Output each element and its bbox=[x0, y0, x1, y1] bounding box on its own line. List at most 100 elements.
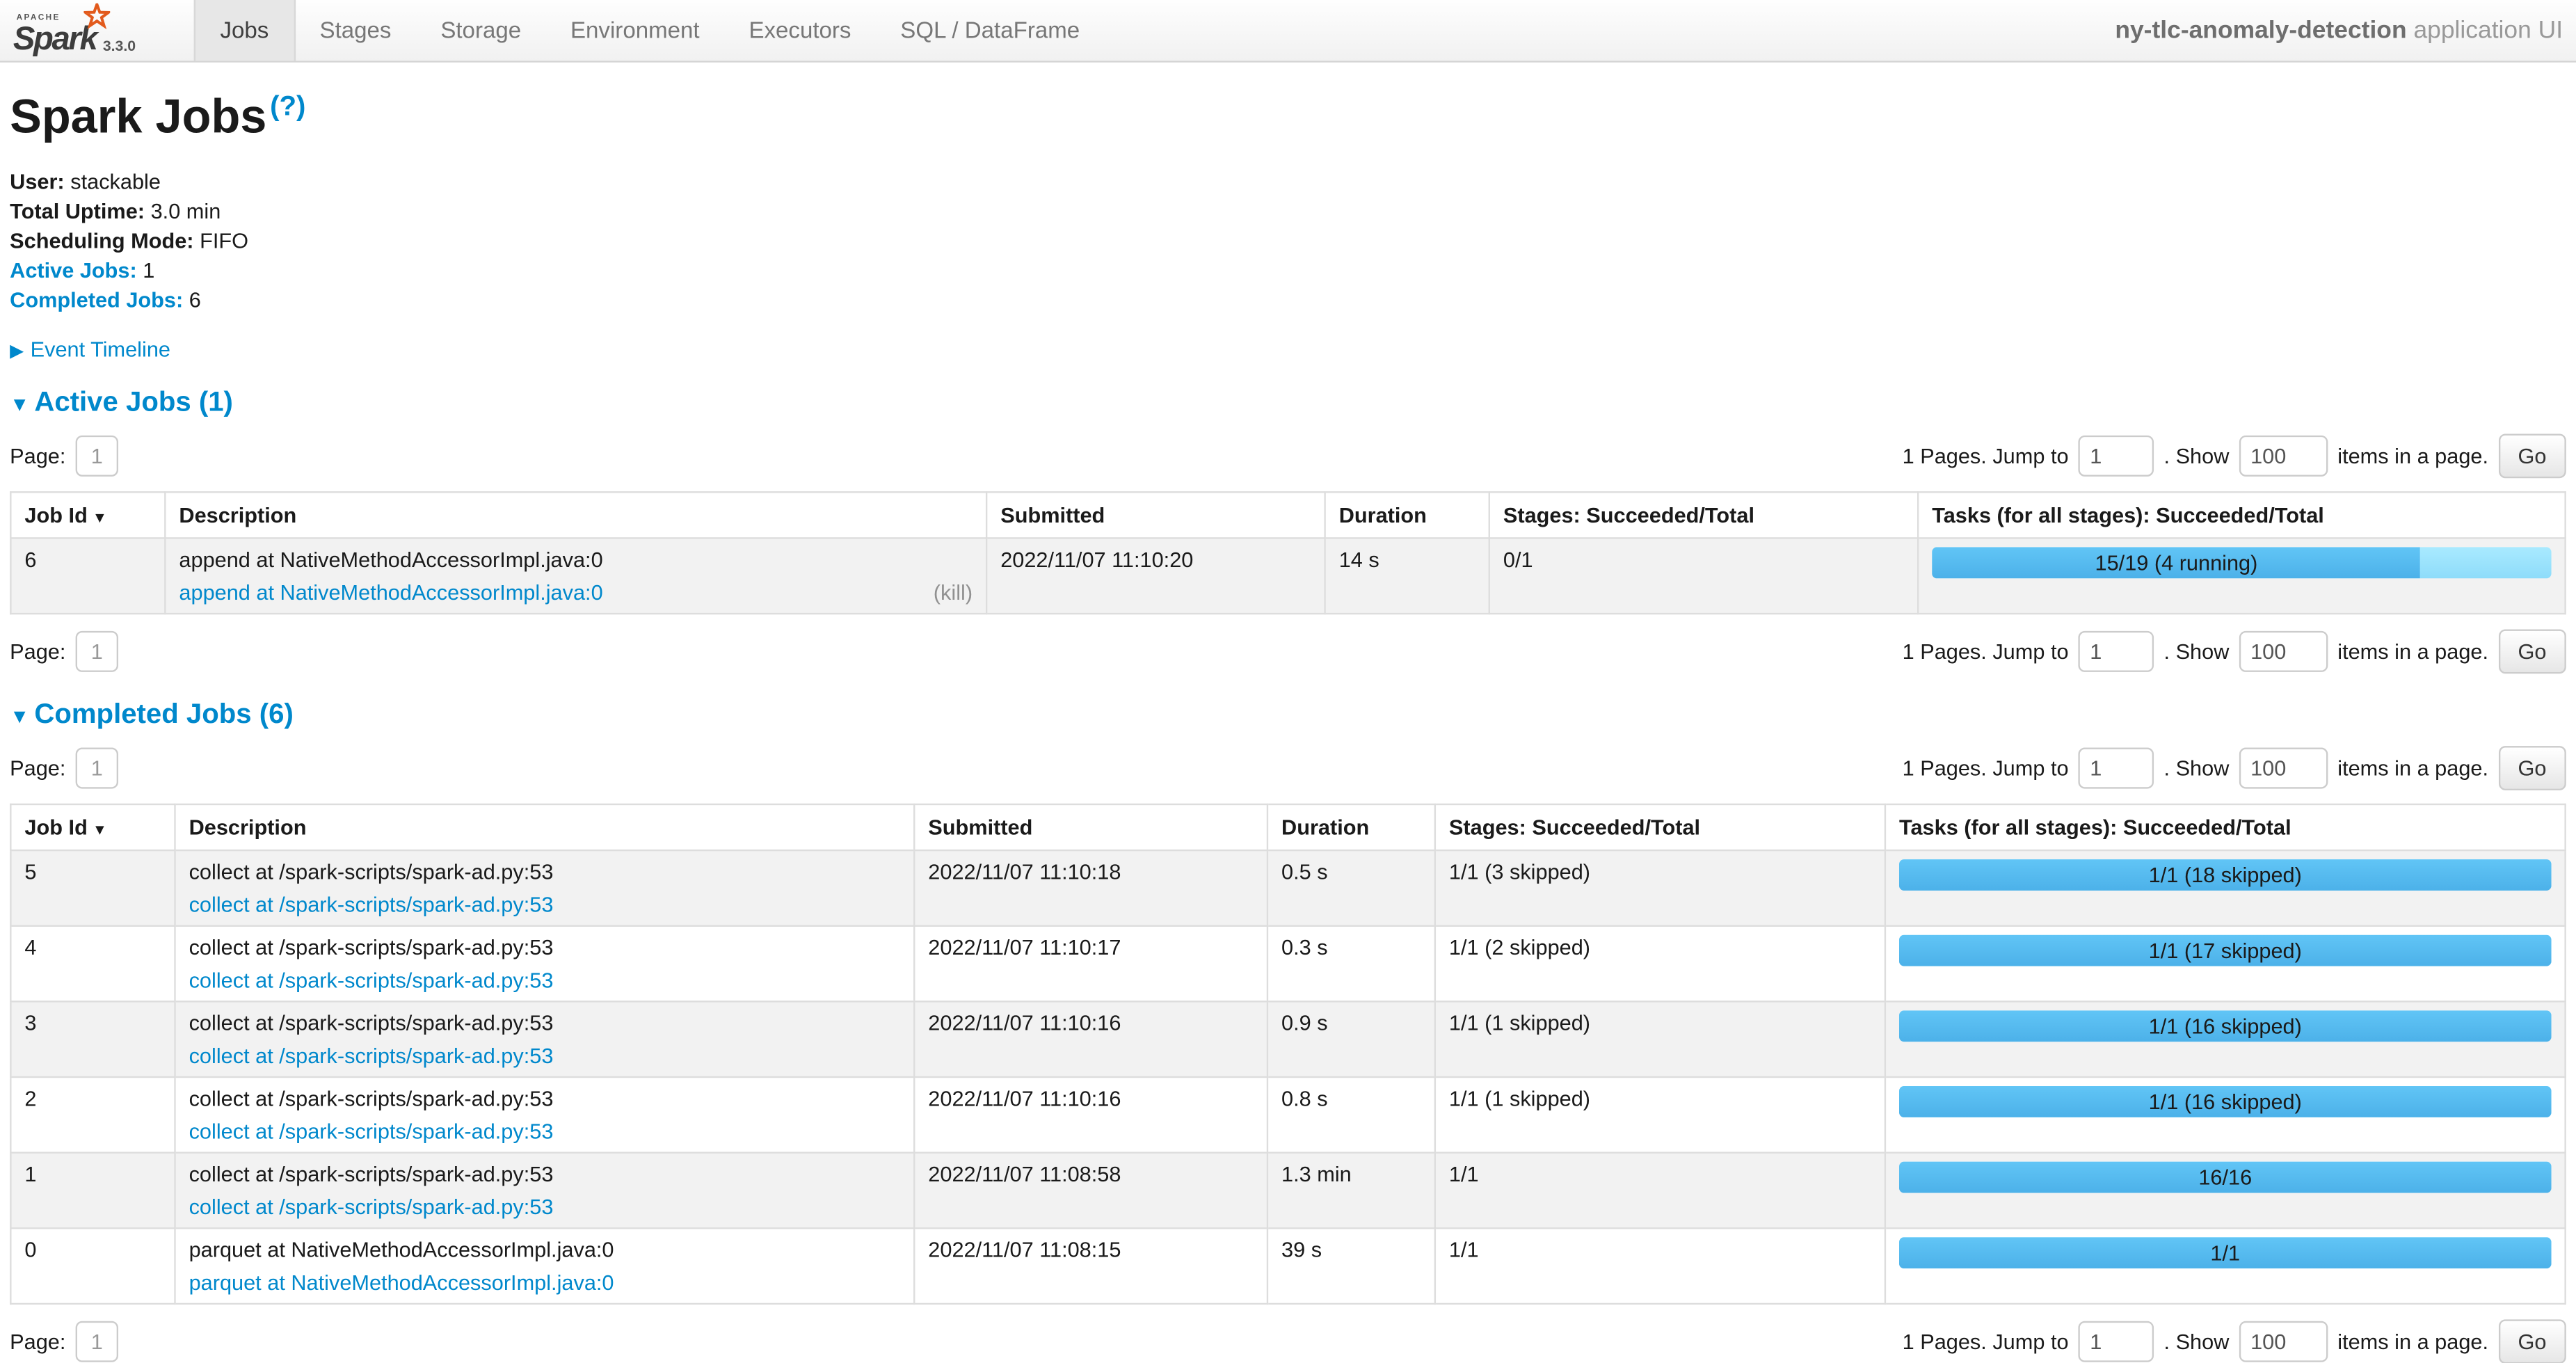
description-cell: collect at /spark-scripts/spark-ad.py:53… bbox=[175, 850, 915, 925]
application-title: ny-tlc-anomaly-detection application UI bbox=[2115, 0, 2576, 61]
expand-arrow-icon: ▶ bbox=[10, 341, 24, 360]
job-detail-link[interactable]: collect at /spark-scripts/spark-ad.py:53 bbox=[189, 967, 554, 991]
column-stages[interactable]: Stages: Succeeded/Total bbox=[1435, 804, 1885, 850]
completed-jobs-table: Job Id▼ Description Submitted Duration S… bbox=[10, 803, 2566, 1304]
nav-tabs: Jobs Stages Storage Environment Executor… bbox=[194, 0, 1105, 61]
completed-jobs-heading[interactable]: ▼Completed Jobs (6) bbox=[10, 698, 2566, 731]
stages-cell: 1/1 (3 skipped) bbox=[1435, 850, 1885, 925]
items-per-page-input[interactable] bbox=[2239, 1321, 2328, 1362]
pages-count-text: 1 Pages. Jump to bbox=[1903, 756, 2069, 780]
column-tasks[interactable]: Tasks (for all stages): Succeeded/Total bbox=[1885, 804, 2566, 850]
show-text: . Show bbox=[2164, 1329, 2230, 1353]
column-duration[interactable]: Duration bbox=[1267, 804, 1435, 850]
page-number-input[interactable] bbox=[76, 1321, 118, 1362]
pages-count-text: 1 Pages. Jump to bbox=[1903, 639, 2069, 663]
job-description: append at NativeMethodAccessorImpl.java:… bbox=[179, 547, 973, 571]
collapse-arrow-icon: ▼ bbox=[10, 704, 29, 727]
pagination-bar: Page: 1 Pages. Jump to . Show items in a… bbox=[10, 745, 2566, 790]
jump-to-page-input[interactable] bbox=[2079, 1321, 2154, 1362]
jump-to-page-input[interactable] bbox=[2079, 630, 2154, 671]
column-stages[interactable]: Stages: Succeeded/Total bbox=[1489, 491, 1918, 537]
spark-logo[interactable]: APACHE Spark 3.3.0 bbox=[0, 0, 194, 61]
stages-cell: 1/1 (1 skipped) bbox=[1435, 1001, 1885, 1077]
active-jobs-table: Job Id▼ Description Submitted Duration S… bbox=[10, 491, 2566, 614]
items-per-page-input[interactable] bbox=[2239, 435, 2328, 476]
submitted-cell: 2022/11/07 11:10:16 bbox=[914, 1076, 1267, 1152]
items-per-page-input[interactable] bbox=[2239, 747, 2328, 788]
tab-stages[interactable]: Stages bbox=[295, 0, 416, 61]
task-progress-label: 1/1 (16 skipped) bbox=[2149, 1089, 2302, 1113]
job-description: collect at /spark-scripts/spark-ad.py:53 bbox=[189, 859, 901, 883]
column-submitted[interactable]: Submitted bbox=[914, 804, 1267, 850]
pages-count-text: 1 Pages. Jump to bbox=[1903, 1329, 2069, 1353]
column-job-id[interactable]: Job Id▼ bbox=[10, 804, 175, 850]
tab-environment[interactable]: Environment bbox=[546, 0, 724, 61]
items-in-page-text: items in a page. bbox=[2337, 443, 2488, 468]
job-detail-link[interactable]: collect at /spark-scripts/spark-ad.py:53 bbox=[189, 892, 554, 916]
spark-star-icon bbox=[83, 3, 109, 30]
show-text: . Show bbox=[2164, 443, 2230, 468]
active-jobs-heading[interactable]: ▼Active Jobs (1) bbox=[10, 385, 2566, 418]
tasks-cell: 1/1 (18 skipped) bbox=[1885, 850, 2566, 925]
kill-link[interactable]: (kill) bbox=[934, 580, 973, 604]
page-number-input[interactable] bbox=[76, 435, 118, 476]
go-button[interactable]: Go bbox=[2498, 745, 2566, 790]
page-label: Page: bbox=[10, 443, 65, 468]
summary-scheduling-mode: Scheduling Mode: FIFO bbox=[10, 230, 2566, 251]
column-submitted[interactable]: Submitted bbox=[986, 491, 1325, 537]
stages-cell: 1/1 (2 skipped) bbox=[1435, 925, 1885, 1001]
column-job-id[interactable]: Job Id▼ bbox=[10, 491, 165, 537]
completed-jobs-count: 6 bbox=[189, 287, 201, 311]
page-label: Page: bbox=[10, 1329, 65, 1353]
job-id-cell: 4 bbox=[10, 925, 175, 1001]
tab-jobs[interactable]: Jobs bbox=[194, 0, 295, 61]
job-detail-link[interactable]: collect at /spark-scripts/spark-ad.py:53 bbox=[189, 1194, 554, 1218]
tab-executors[interactable]: Executors bbox=[724, 0, 876, 61]
column-description[interactable]: Description bbox=[165, 491, 986, 537]
stages-cell: 1/1 (1 skipped) bbox=[1435, 1076, 1885, 1152]
task-progress-label: 1/1 (16 skipped) bbox=[2149, 1013, 2302, 1037]
column-description[interactable]: Description bbox=[175, 804, 915, 850]
sort-desc-icon: ▼ bbox=[93, 821, 107, 838]
tab-storage[interactable]: Storage bbox=[416, 0, 546, 61]
job-detail-link[interactable]: append at NativeMethodAccessorImpl.java:… bbox=[179, 580, 602, 604]
scheduling-mode-label: Scheduling Mode: bbox=[10, 228, 193, 252]
event-timeline-label: Event Timeline bbox=[31, 336, 170, 360]
duration-cell: 0.8 s bbox=[1267, 1076, 1435, 1152]
job-id-cell: 6 bbox=[10, 538, 165, 614]
pagination-bar: Page: 1 Pages. Jump to . Show items in a… bbox=[10, 433, 2566, 478]
tab-sql-dataframe[interactable]: SQL / DataFrame bbox=[876, 0, 1105, 61]
event-timeline-toggle[interactable]: ▶ Event Timeline bbox=[10, 336, 2566, 360]
items-per-page-input[interactable] bbox=[2239, 630, 2328, 671]
active-jobs-link[interactable]: Active Jobs: bbox=[10, 257, 137, 282]
help-link[interactable]: (?) bbox=[270, 90, 305, 122]
task-progress-bar: 1/1 bbox=[1899, 1236, 2552, 1268]
user-label: User: bbox=[10, 168, 65, 193]
column-duration[interactable]: Duration bbox=[1325, 491, 1489, 537]
task-progress-bar: 1/1 (17 skipped) bbox=[1899, 934, 2552, 966]
show-text: . Show bbox=[2164, 756, 2230, 780]
go-button[interactable]: Go bbox=[2498, 1319, 2566, 1363]
go-button[interactable]: Go bbox=[2498, 629, 2566, 673]
jump-to-page-input[interactable] bbox=[2079, 435, 2154, 476]
job-description: parquet at NativeMethodAccessorImpl.java… bbox=[189, 1236, 901, 1261]
items-in-page-text: items in a page. bbox=[2337, 756, 2488, 780]
go-button[interactable]: Go bbox=[2498, 433, 2566, 478]
job-detail-link[interactable]: parquet at NativeMethodAccessorImpl.java… bbox=[189, 1270, 614, 1294]
description-cell: collect at /spark-scripts/spark-ad.py:53… bbox=[175, 1001, 915, 1077]
completed-jobs-link[interactable]: Completed Jobs: bbox=[10, 287, 183, 311]
job-detail-link[interactable]: collect at /spark-scripts/spark-ad.py:53 bbox=[189, 1043, 554, 1067]
page-number-input[interactable] bbox=[76, 747, 118, 788]
column-tasks[interactable]: Tasks (for all stages): Succeeded/Total bbox=[1918, 491, 2565, 537]
job-detail-link[interactable]: collect at /spark-scripts/spark-ad.py:53 bbox=[189, 1118, 554, 1142]
jump-to-page-input[interactable] bbox=[2079, 747, 2154, 788]
task-progress-label: 1/1 bbox=[2210, 1240, 2240, 1264]
summary-completed-jobs: Completed Jobs: 6 bbox=[10, 289, 2566, 310]
application-title-suffix: application UI bbox=[2413, 17, 2563, 45]
job-description: collect at /spark-scripts/spark-ad.py:53 bbox=[189, 1010, 901, 1035]
description-cell: collect at /spark-scripts/spark-ad.py:53… bbox=[175, 925, 915, 1001]
page-number-input[interactable] bbox=[76, 630, 118, 671]
description-cell: append at NativeMethodAccessorImpl.java:… bbox=[165, 538, 986, 614]
summary-active-jobs: Active Jobs: 1 bbox=[10, 259, 2566, 280]
pagination-bar: Page: 1 Pages. Jump to . Show items in a… bbox=[10, 1319, 2566, 1363]
